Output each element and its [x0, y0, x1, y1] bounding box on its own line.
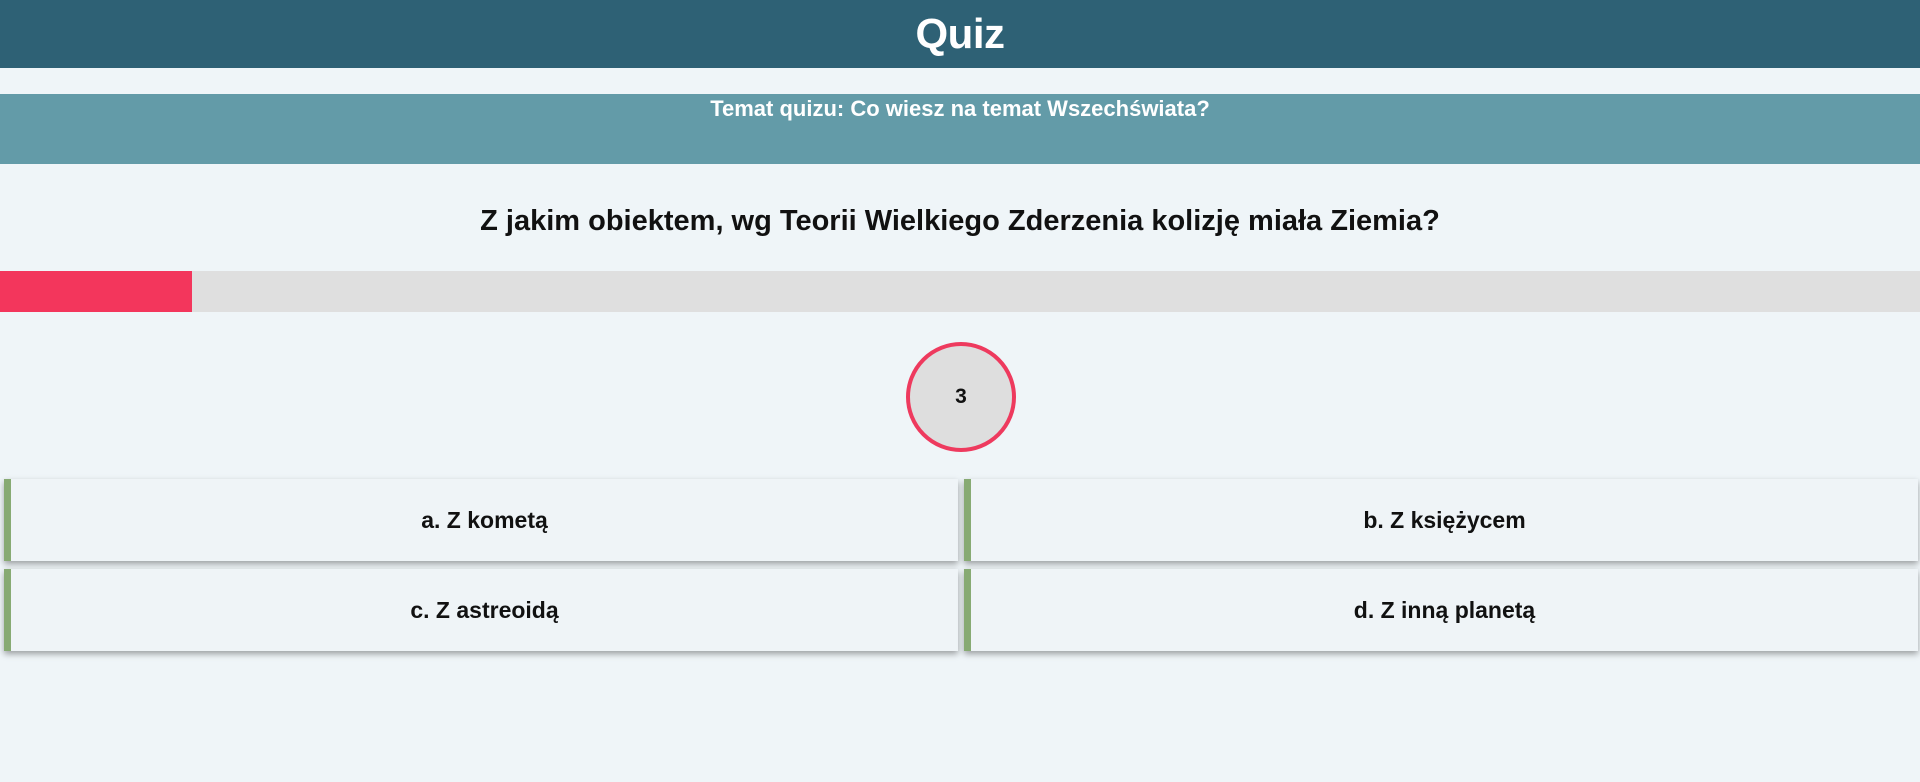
answer-option-c[interactable]: c. Z astreoidą	[4, 569, 958, 651]
timer-value: 3	[955, 385, 967, 408]
answer-label: c. Z astreoidą	[410, 596, 559, 623]
answer-label: b. Z księżycem	[1363, 506, 1526, 533]
question-text: Z jakim obiektem, wg Teorii Wielkiego Zd…	[480, 205, 1440, 237]
page-title: Quiz	[915, 10, 1006, 57]
answer-option-b[interactable]: b. Z księżycem	[964, 479, 1918, 561]
progress-bar	[0, 271, 1920, 312]
quiz-topic: Temat quizu: Co wiesz na temat Wszechświ…	[710, 96, 1210, 121]
progress-fill	[0, 271, 192, 312]
answer-label: a. Z kometą	[421, 506, 548, 533]
answer-option-a[interactable]: a. Z kometą	[4, 479, 958, 561]
answer-option-d[interactable]: d. Z inną planetą	[964, 569, 1918, 651]
answer-label: d. Z inną planetą	[1353, 596, 1536, 623]
quiz-header: Quiz	[0, 0, 1920, 68]
countdown-timer: 3	[906, 342, 1016, 452]
